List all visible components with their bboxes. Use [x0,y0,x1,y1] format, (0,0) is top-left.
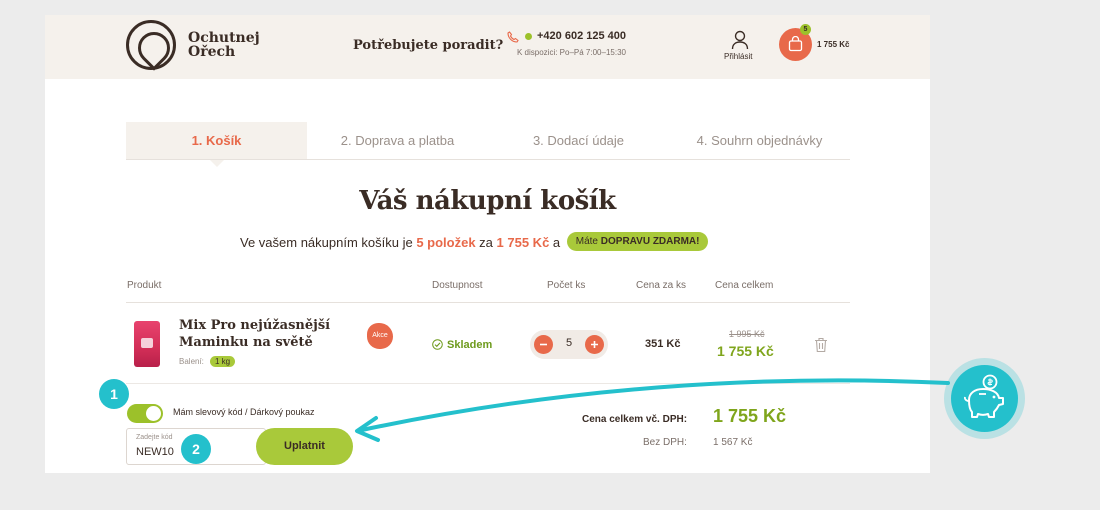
step-marker-1: 1 [99,379,129,409]
annotation-arrow [355,378,950,442]
piggy-bank-badge [951,365,1018,432]
piggy-bank-icon [964,374,1004,418]
step-marker-2: 2 [181,434,211,464]
